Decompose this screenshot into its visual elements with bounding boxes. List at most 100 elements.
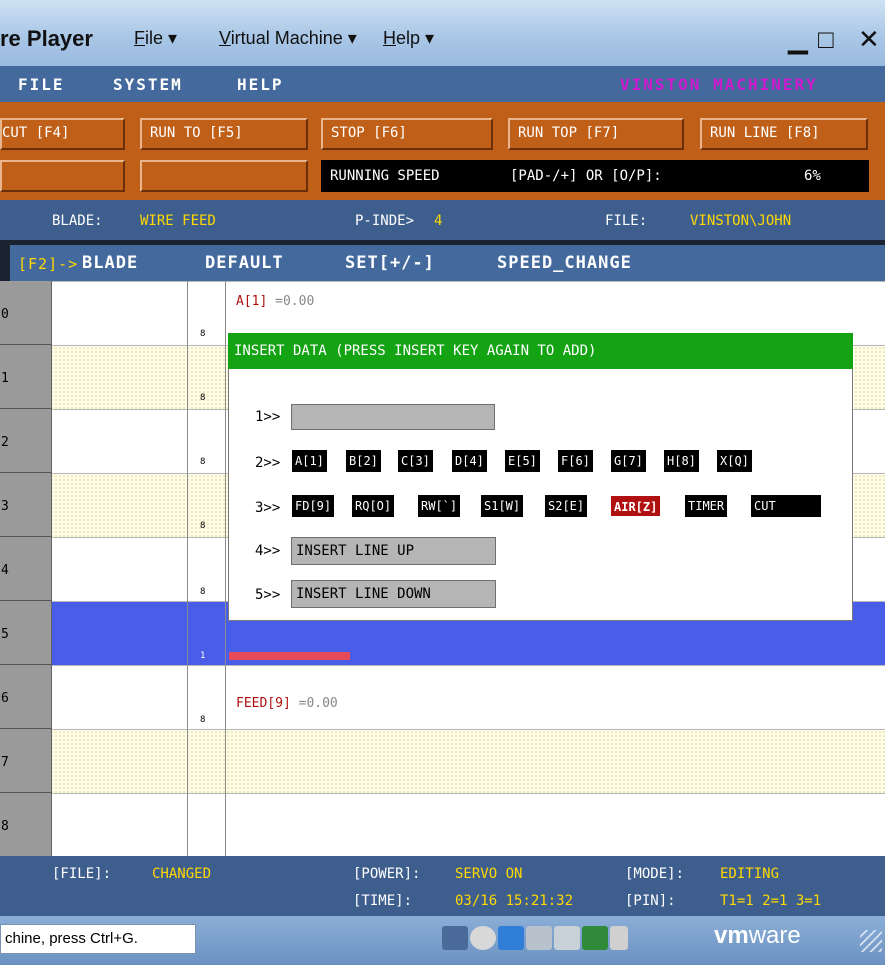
menu-virtual-machine[interactable]: Virtual Machine ▾ [219,28,357,49]
cd-drive-icon[interactable] [470,926,496,950]
printer-icon[interactable] [526,926,552,950]
vmware-logo-rest: ware [748,922,801,949]
command-default[interactable]: DEFAULT [205,253,284,273]
row-flag: 8 [200,393,206,403]
pindex-label: P-INDE> [355,213,415,229]
stop-button[interactable]: STOP [F6] [321,118,493,150]
row-content-var: FEED[9] [236,696,291,711]
command-speed-change[interactable]: SPEED_CHANGE [497,253,632,273]
status-mode-label: [MODE]: [625,866,685,882]
row-content[interactable]: A[1] =0.00 [236,294,314,309]
blade-label: BLADE: [52,213,103,229]
row-content[interactable]: FEED[9] =0.00 [236,696,338,711]
insert-line-down-button[interactable]: INSERT LINE DOWN [291,580,496,608]
menu-help-label: elp [396,28,421,48]
chip-rw[interactable]: RW[`] [418,495,461,517]
status-mode-value: EDITING [720,866,780,882]
sound-icon[interactable] [554,926,580,950]
hard-disk-icon[interactable] [442,926,468,950]
chip-s2e[interactable]: S2[E] [545,495,588,517]
chip-s1w[interactable]: S1[W] [481,495,524,517]
option-2-label: 2>> [255,455,281,471]
chip-fd9[interactable]: FD[9] [292,495,335,517]
chip-rqo[interactable]: RQ[O] [352,495,395,517]
command-line [10,245,885,281]
brand-label: VINSTON MACHINERY [620,75,818,94]
resize-grip-icon[interactable] [860,930,882,952]
row-number: 8 [1,819,9,834]
insert-line-up-button[interactable]: INSERT LINE UP [291,537,496,565]
cursor-marker [229,652,350,660]
row-number: 5 [1,627,9,642]
option-3-label: 3>> [255,500,281,516]
run-line-button[interactable]: RUN LINE [F8] [700,118,868,150]
minimize-icon[interactable]: ▁ [788,24,808,55]
command-set[interactable]: SET[+/-] [345,253,435,273]
blade-value: WIRE FEED [140,213,216,229]
empty-fkey-button-1[interactable] [0,160,125,192]
option-1-input[interactable] [291,404,495,430]
run-top-button[interactable]: RUN TOP [F7] [508,118,684,150]
option-1-label: 1>> [255,409,281,425]
empty-fkey-button-2[interactable] [140,160,308,192]
menu-help[interactable]: Help ▾ [383,28,434,49]
menu-file[interactable]: File ▾ [134,28,177,49]
chip-d4[interactable]: D[4] [452,450,487,472]
chip-g7[interactable]: G[7] [611,450,646,472]
option-4-label: 4>> [255,543,281,559]
row-flag: 8 [200,587,206,597]
vmware-logo: vmware [714,922,801,950]
grid-flag-column [188,281,226,856]
row-content-value: =0.00 [267,294,315,309]
status-power-label: [POWER]: [353,866,421,882]
chip-f6[interactable]: F[6] [558,450,593,472]
chip-timer[interactable]: TIMER [685,495,728,517]
row-number: 4 [1,563,9,578]
row-flag: 1 [200,651,206,661]
row-number: 2 [1,435,9,450]
guest-menu-file[interactable]: FILE [18,75,65,94]
chip-xq[interactable]: X[Q] [717,450,752,472]
status-hint: chine, press Ctrl+G. [0,924,196,954]
command-key: [F2]-> [18,255,79,273]
status-time-label: [TIME]: [353,893,413,909]
menu-vm-label: irtual Machine [230,28,343,48]
chip-cut[interactable]: CUT [751,495,821,517]
status-power-value: SERVO ON [455,866,523,882]
row-content-value: =0.00 [290,696,338,711]
row-flag: 8 [200,457,206,467]
status-file-value: CHANGED [152,866,212,882]
row-number: 7 [1,755,9,770]
guest-menu-system[interactable]: SYSTEM [113,75,183,94]
pindex-value: 4 [434,213,443,229]
row-number: 0 [1,307,9,322]
removable-device-icon[interactable] [610,926,628,950]
chip-e5[interactable]: E[5] [505,450,540,472]
chip-airz-selected[interactable]: AIR[Z] [610,495,662,517]
chip-h8[interactable]: H[8] [664,450,699,472]
app-title: re Player [0,26,93,51]
chip-a1[interactable]: A[1] [292,450,327,472]
close-icon[interactable]: ✕ [858,24,880,55]
command-blade[interactable]: BLADE [82,253,138,273]
running-speed-label: RUNNING SPEED [330,168,440,184]
row-number: 6 [1,691,9,706]
cut-button[interactable]: CUT [F4] [0,118,125,150]
usb-icon[interactable] [582,926,608,950]
file-value: VINSTON\JOHN [690,213,792,229]
chip-b2[interactable]: B[2] [346,450,381,472]
guest-menu-help[interactable]: HELP [237,75,284,94]
dialog-title: INSERT DATA (PRESS INSERT KEY AGAIN TO A… [228,333,853,369]
menu-file-label: ile [145,28,164,48]
status-time-value: 03/16 15:21:32 [455,893,574,909]
file-label: FILE: [605,213,648,229]
menu-vm-mnemonic: V [219,28,231,48]
insert-data-dialog [228,333,853,621]
maximize-icon[interactable]: □ [818,24,834,55]
status-file-label: [FILE]: [52,866,112,882]
vmware-logo-bold: vm [714,922,749,949]
chip-c3[interactable]: C[3] [398,450,433,472]
run-to-button[interactable]: RUN TO [F5] [140,118,308,150]
running-speed-value: 6% [804,168,821,184]
network-icon[interactable] [498,926,524,950]
